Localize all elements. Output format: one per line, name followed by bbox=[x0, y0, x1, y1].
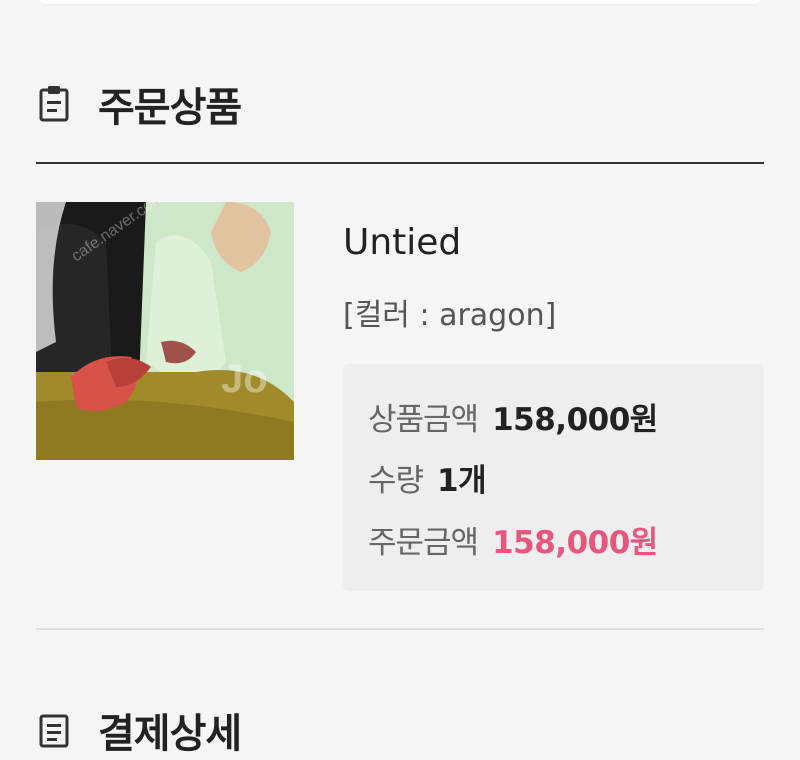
section-divider-light bbox=[36, 628, 764, 630]
product-image[interactable]: cafe.naver.com/joonggonara Jo bbox=[36, 202, 294, 460]
product-amount-value: 158,000원 bbox=[492, 402, 658, 438]
price-summary-box: 상품금액 158,000원 수량 1개 주문금액 158,000원 bbox=[343, 364, 764, 591]
product-option: [컬러 : aragon] bbox=[343, 298, 557, 333]
product-amount-row: 상품금액 158,000원 bbox=[368, 394, 658, 439]
order-amount-value: 158,000원 bbox=[492, 525, 658, 561]
product-photo-illustration: cafe.naver.com/joonggonara Jo bbox=[36, 202, 294, 460]
order-section-title: 주문상품 bbox=[98, 85, 242, 131]
previous-section-card bbox=[36, 0, 764, 4]
product-name[interactable]: Untied bbox=[343, 222, 461, 263]
svg-text:Jo: Jo bbox=[221, 357, 268, 401]
quantity-value: 1개 bbox=[437, 463, 487, 499]
order-amount-label: 주문금액 bbox=[368, 525, 479, 561]
quantity-row: 수량 1개 bbox=[368, 455, 487, 500]
section-divider bbox=[36, 162, 764, 164]
receipt-icon bbox=[36, 710, 72, 750]
order-amount-row: 주문금액 158,000원 bbox=[368, 517, 658, 562]
product-amount-label: 상품금액 bbox=[368, 402, 479, 438]
payment-section-title: 결제상세 bbox=[98, 711, 242, 757]
payment-section-header: 결제상세 bbox=[36, 700, 242, 760]
quantity-label: 수량 bbox=[368, 463, 424, 499]
order-section-header: 주문상품 bbox=[36, 74, 242, 134]
clipboard-icon bbox=[36, 84, 72, 124]
